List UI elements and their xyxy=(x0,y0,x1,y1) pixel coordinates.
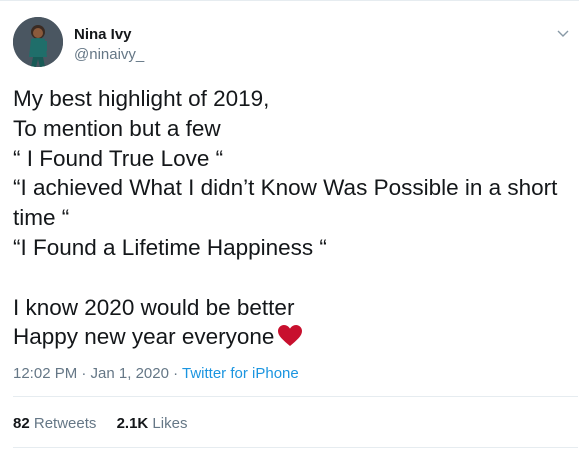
user-display-name[interactable]: Nina Ivy xyxy=(74,26,132,43)
divider xyxy=(13,396,578,397)
tweet-line: “I Found a Lifetime Happiness “ xyxy=(13,234,327,260)
tweet-source-link[interactable]: Twitter for iPhone xyxy=(182,365,299,382)
user-handle[interactable]: @ninaivy_ xyxy=(74,46,144,63)
tweet-timestamp[interactable]: 12:02 PM · Jan 1, 2020 xyxy=(13,365,169,382)
tweet-stats: 82 Retweets 2.1K Likes xyxy=(13,415,203,432)
meta-separator: · xyxy=(168,365,182,382)
tweet-line: To mention but a few xyxy=(13,115,221,141)
likes-stat[interactable]: 2.1K Likes xyxy=(117,415,188,432)
retweets-label: Retweets xyxy=(33,415,97,432)
top-border xyxy=(0,0,579,1)
retweets-stat[interactable]: 82 Retweets xyxy=(13,415,96,432)
likes-count: 2.1K xyxy=(116,415,149,432)
tweet-text: My best highlight of 2019, To mention bu… xyxy=(13,84,573,355)
avatar-image xyxy=(13,17,63,67)
tweet-meta: 12:02 PM · Jan 1, 2020 · Twitter for iPh… xyxy=(13,365,299,382)
tweet-line: “I achieved What I didn’t Know Was Possi… xyxy=(13,175,558,201)
retweets-count: 82 xyxy=(13,415,30,432)
tweet-line: time “ xyxy=(13,205,70,231)
tweet-header: Nina Ivy @ninaivy_ xyxy=(13,17,571,69)
tweet-line: Happy new year everyone xyxy=(13,324,275,350)
tweet-line: “ I Found True Love “ xyxy=(13,145,224,171)
avatar[interactable] xyxy=(13,17,63,67)
divider xyxy=(13,447,578,448)
heart-emoji xyxy=(278,325,303,355)
chevron-down-icon[interactable] xyxy=(555,25,571,41)
tweet-line: I know 2020 would be better xyxy=(13,294,295,320)
tweet-last-line: Happy new year everyone xyxy=(13,322,573,355)
likes-label: Likes xyxy=(152,415,188,432)
tweet-line: My best highlight of 2019, xyxy=(13,86,270,111)
